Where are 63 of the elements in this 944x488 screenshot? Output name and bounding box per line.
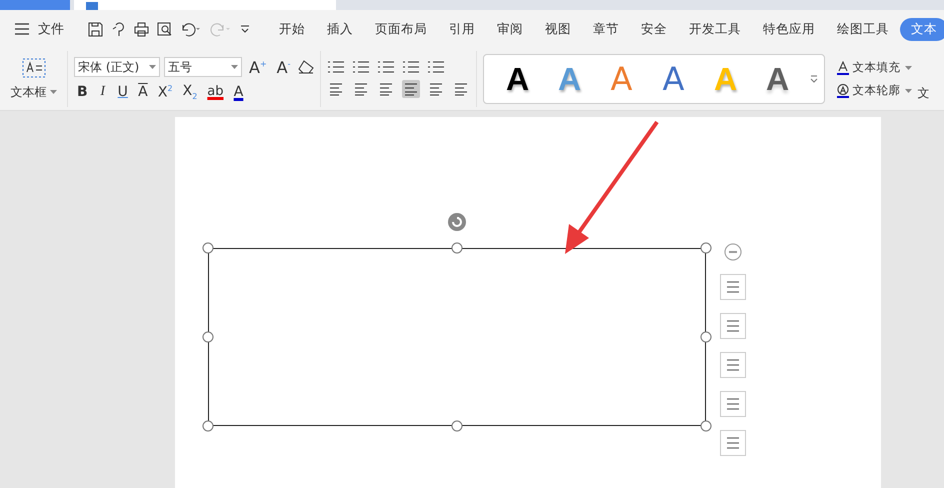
- ribbon-tab[interactable]: 视图: [534, 18, 582, 40]
- ribbon-tab[interactable]: 特色应用: [752, 18, 826, 40]
- text-wrap-icon[interactable]: [720, 274, 746, 300]
- format-button[interactable]: I: [94, 84, 111, 100]
- highlight-button[interactable]: ab: [204, 84, 227, 100]
- resize-handle[interactable]: [202, 420, 214, 432]
- caret-icon: [149, 65, 156, 70]
- more-icon[interactable]: [810, 74, 818, 84]
- resize-handle[interactable]: [452, 242, 462, 254]
- resize-handle[interactable]: [700, 242, 712, 254]
- text-box-icon[interactable]: [22, 58, 46, 78]
- bullet-list-icon[interactable]: [326, 60, 344, 74]
- text-style-option[interactable]: A: [650, 60, 698, 98]
- toolbar-label: 文: [918, 85, 930, 102]
- menu-icon[interactable]: [14, 23, 30, 35]
- format-button[interactable]: X$_{2}$: [180, 83, 200, 101]
- document-tab[interactable]: [74, 0, 336, 10]
- format-button[interactable]: U: [114, 84, 131, 100]
- resize-handle[interactable]: [700, 332, 712, 342]
- rotate-handle-icon[interactable]: [447, 212, 467, 232]
- customize-icon[interactable]: [240, 24, 250, 34]
- ribbon-tab[interactable]: 文本: [900, 18, 944, 40]
- ribbon-tab[interactable]: 插入: [316, 18, 364, 40]
- collapse-icon[interactable]: [724, 243, 742, 261]
- caret-icon: [904, 88, 912, 92]
- text-style-option[interactable]: A: [754, 60, 802, 98]
- format-button[interactable]: B: [74, 84, 91, 100]
- resize-handle[interactable]: [700, 420, 712, 432]
- font-name-field[interactable]: 宋体 (正文): [74, 57, 160, 78]
- text-outline-icon: [836, 84, 848, 98]
- text-style-option[interactable]: A: [494, 60, 542, 98]
- ribbon-tab[interactable]: 引用: [438, 18, 486, 40]
- format-button[interactable]: A: [134, 84, 151, 100]
- undo-icon[interactable]: [180, 22, 202, 36]
- justify-icon[interactable]: [402, 80, 420, 98]
- ribbon-tab[interactable]: 安全: [630, 18, 678, 40]
- ribbon-tab[interactable]: 章节: [582, 18, 630, 40]
- text-fill-button[interactable]: 文本填充: [836, 60, 912, 75]
- resize-handle[interactable]: [452, 420, 462, 432]
- caret-icon: [50, 90, 56, 94]
- format-button[interactable]: X$^{2}$: [154, 84, 176, 100]
- file-menu[interactable]: 文件: [38, 20, 64, 38]
- ribbon-tab[interactable]: 开始: [268, 18, 316, 40]
- grow-font-button[interactable]: A$^{+}$: [246, 58, 270, 77]
- text-fill-icon: [836, 60, 848, 74]
- print-icon[interactable]: [134, 22, 149, 36]
- shrink-font-button[interactable]: A$^{-}$: [274, 58, 294, 77]
- ribbon-tab[interactable]: 审阅: [486, 18, 534, 40]
- print-preview-icon[interactable]: [157, 22, 172, 36]
- font-size-field[interactable]: 五号: [164, 57, 242, 78]
- ribbon-tab[interactable]: 绘图工具: [826, 18, 900, 40]
- text-box-button[interactable]: 文本框: [10, 84, 56, 100]
- eraser-icon[interactable]: [298, 60, 314, 74]
- document-icon: [86, 2, 98, 10]
- ribbon-tab[interactable]: 页面布局: [364, 18, 438, 40]
- resize-handle[interactable]: [202, 332, 214, 342]
- resize-handle[interactable]: [202, 242, 214, 254]
- caret-icon: [904, 66, 912, 70]
- caret-icon: [231, 65, 238, 70]
- ribbon-tab[interactable]: 开发工具: [678, 18, 752, 40]
- save-icon[interactable]: [88, 22, 103, 36]
- text-outline-button[interactable]: 文本轮廓: [836, 83, 912, 98]
- font-color-button[interactable]: A: [230, 84, 247, 100]
